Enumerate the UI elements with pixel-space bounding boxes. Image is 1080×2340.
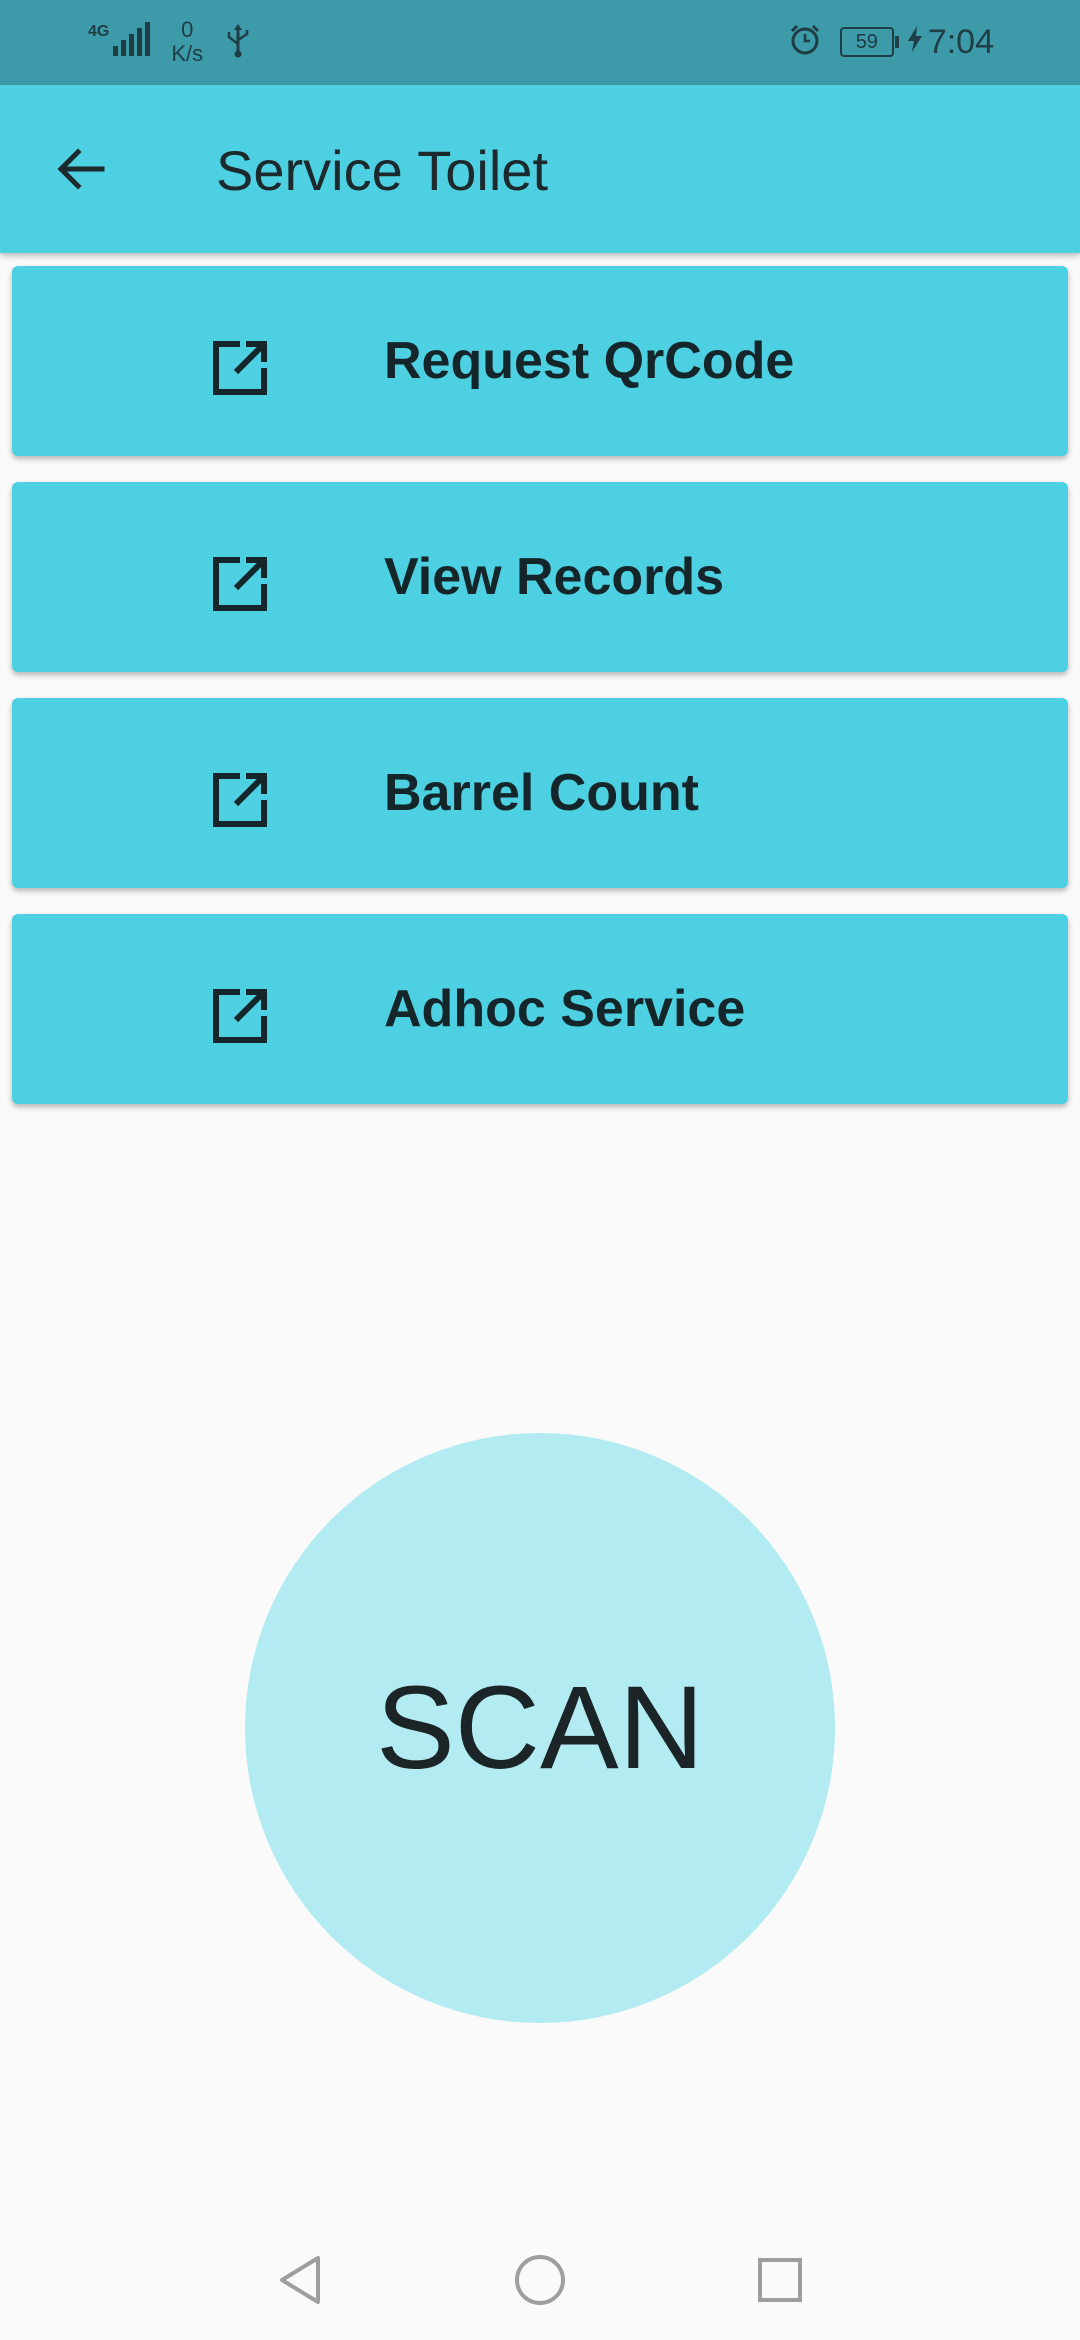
home-circle-icon[interactable] xyxy=(510,2250,570,2310)
adhoc-service-button[interactable]: Adhoc Service xyxy=(12,914,1068,1104)
network-speed: 0 K/s xyxy=(171,18,203,66)
speed-unit: K/s xyxy=(171,41,204,66)
menu-item-label: Request QrCode xyxy=(384,332,795,390)
request-qrcode-button[interactable]: Request QrCode xyxy=(12,266,1068,456)
signal-icon xyxy=(113,18,153,56)
page-title: Service Toilet xyxy=(216,139,549,202)
arrow-back-icon xyxy=(57,148,105,190)
alarm-icon xyxy=(788,23,822,62)
open-in-new-icon xyxy=(200,976,280,1056)
menu-item-label: Barrel Count xyxy=(384,764,699,822)
usb-icon xyxy=(225,24,251,63)
clock-time: 7:04 xyxy=(927,22,994,61)
network-type-label: 4G xyxy=(88,23,110,40)
open-in-new-icon xyxy=(200,328,280,408)
open-in-new-icon xyxy=(200,544,280,624)
status-right: 59 7:04 xyxy=(788,18,994,66)
menu-item-label: Adhoc Service xyxy=(384,980,746,1038)
scan-button[interactable]: SCAN xyxy=(245,1433,835,2023)
recents-square-icon[interactable] xyxy=(750,2250,810,2310)
status-bar: 4G 0 K/s 59 7:04 xyxy=(0,0,1080,85)
app-bar: Service Toilet xyxy=(0,85,1080,253)
battery-icon: 59 xyxy=(839,27,899,57)
back-triangle-icon[interactable] xyxy=(270,2250,330,2310)
status-left: 4G 0 K/s xyxy=(88,18,251,66)
scan-label: SCAN xyxy=(376,1662,704,1794)
charging-icon xyxy=(907,25,922,59)
view-records-button[interactable]: View Records xyxy=(12,482,1068,672)
speed-value: 0 xyxy=(181,17,194,42)
barrel-count-button[interactable]: Barrel Count xyxy=(12,698,1068,888)
battery-level: 59 xyxy=(855,31,878,53)
system-nav-bar xyxy=(0,2220,1080,2340)
open-in-new-icon xyxy=(200,760,280,840)
back-button[interactable] xyxy=(48,135,116,203)
menu-item-label: View Records xyxy=(384,548,725,606)
